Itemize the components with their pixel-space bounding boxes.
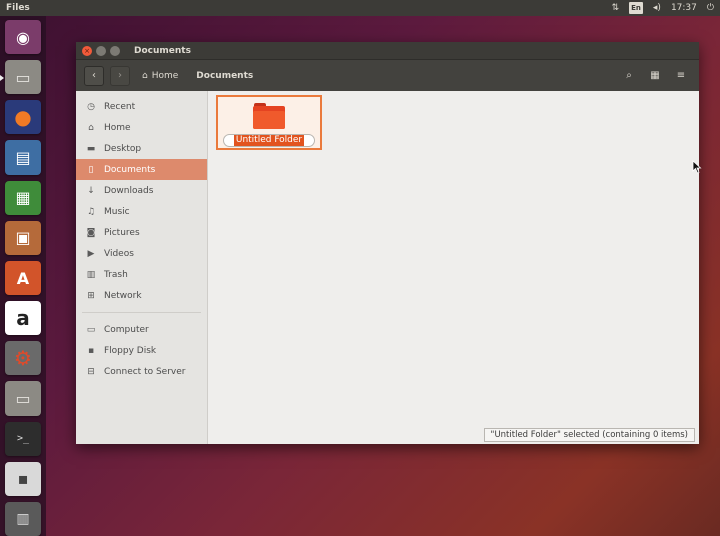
breadcrumb-current[interactable]: Documents: [190, 68, 259, 84]
folder-item[interactable]: Untitled Folder: [216, 95, 322, 150]
music-icon: ♫: [86, 206, 96, 217]
home-icon: ⌂: [88, 122, 94, 133]
network-icon: ⊞: [87, 290, 95, 301]
back-button[interactable]: ‹: [84, 65, 104, 86]
sidebar-item-label: Recent: [104, 101, 136, 112]
forward-button[interactable]: ›: [110, 65, 130, 86]
search-icon[interactable]: ⌕: [619, 66, 639, 86]
download-icon: ↓: [87, 185, 95, 196]
file-view[interactable]: Untitled Folder "Untitled Folder" select…: [208, 91, 699, 444]
breadcrumb-home-label: Home: [151, 70, 179, 81]
close-icon[interactable]: ×: [82, 45, 92, 56]
network-icon[interactable]: ⇅: [612, 2, 620, 14]
sidebar-item-computer[interactable]: ▭ Computer: [76, 319, 207, 340]
sidebar-item-pictures[interactable]: ◙ Pictures: [76, 222, 207, 243]
sidebar-item-connect-to-server[interactable]: ⊟ Connect to Server: [76, 361, 207, 382]
sidebar-item-videos[interactable]: ▶ Videos: [76, 243, 207, 264]
ubuntu-dash-icon[interactable]: ◉: [5, 20, 41, 55]
desktop-icon: ▬: [86, 143, 96, 154]
sidebar-item-label: Downloads: [104, 185, 154, 196]
clock[interactable]: 17:37: [671, 2, 697, 14]
sidebar: ◷ Recent ⌂ Home ▬ Desktop ▯ Documents ↓ …: [76, 91, 208, 444]
folder-icon: [253, 103, 285, 129]
settings-icon[interactable]: ⚙: [5, 341, 41, 376]
power-icon[interactable]: ⏻: [707, 2, 714, 14]
sidebar-item-downloads[interactable]: ↓ Downloads: [76, 180, 207, 201]
breadcrumb-home[interactable]: ⌂ Home: [136, 68, 184, 84]
sidebar-item-label: Computer: [104, 324, 149, 335]
window-title: Documents: [134, 45, 191, 56]
rename-input-value: Untitled Folder: [233, 135, 305, 146]
sidebar-item-floppy-disk[interactable]: ▪ Floppy Disk: [76, 340, 207, 361]
top-panel: Files ⇅ En ◂) 17:37 ⏻: [0, 0, 720, 16]
home-icon: ⌂: [142, 70, 148, 81]
floppy-icon[interactable]: ▪: [5, 461, 41, 496]
computer-icon: ▭: [86, 324, 96, 335]
impress-icon[interactable]: ▣: [5, 220, 41, 255]
sidebar-item-label: Network: [104, 290, 142, 301]
launcher: ◉ ▭ ● ▤ ▦ ▣ A a ⚙ ▭ >_ ▪ ▥: [0, 16, 46, 536]
sidebar-item-label: Connect to Server: [104, 366, 186, 377]
software-center-icon[interactable]: A: [5, 260, 41, 296]
server-icon: ⊟: [87, 366, 95, 377]
rename-input[interactable]: Untitled Folder: [223, 134, 315, 147]
status-bar: "Untitled Folder" selected (containing 0…: [483, 428, 695, 442]
video-icon: ▶: [87, 248, 95, 259]
sidebar-item-network[interactable]: ⊞ Network: [76, 285, 207, 306]
sidebar-item-label: Pictures: [104, 227, 140, 238]
sidebar-item-recent[interactable]: ◷ Recent: [76, 96, 207, 117]
indicator-area: ⇅ En ◂) 17:37 ⏻: [612, 2, 714, 14]
sidebar-item-label: Trash: [104, 269, 128, 280]
keyboard-icon[interactable]: En: [629, 2, 643, 14]
files-window: × Documents ‹ › ⌂ Home Documents ⌕ ▦ ≡ ◷…: [76, 42, 699, 444]
trash-icon[interactable]: ▥: [5, 501, 41, 536]
writer-icon[interactable]: ▤: [5, 140, 41, 175]
window-titlebar[interactable]: × Documents: [76, 42, 699, 59]
sidebar-item-home[interactable]: ⌂ Home: [76, 117, 207, 138]
maximize-icon[interactable]: [110, 45, 120, 56]
camera-icon: ◙: [86, 227, 96, 238]
files-app-icon[interactable]: ▭: [0, 60, 41, 95]
menu-icon[interactable]: ≡: [671, 66, 691, 86]
sidebar-item-documents[interactable]: ▯ Documents: [76, 159, 207, 180]
sidebar-item-desktop[interactable]: ▬ Desktop: [76, 138, 207, 159]
app-menu-title[interactable]: Files: [6, 3, 30, 13]
sidebar-item-label: Videos: [104, 248, 134, 259]
sidebar-item-label: Documents: [104, 164, 156, 175]
terminal-icon[interactable]: >_: [5, 421, 41, 456]
trash-icon: ▥: [86, 269, 96, 280]
volume-icon[interactable]: ◂): [653, 2, 661, 14]
sidebar-item-label: Music: [104, 206, 130, 217]
active-indicator: [0, 75, 4, 82]
firefox-icon[interactable]: ●: [5, 100, 41, 135]
toolbar: ‹ › ⌂ Home Documents ⌕ ▦ ≡: [76, 59, 699, 91]
window-body: ◷ Recent ⌂ Home ▬ Desktop ▯ Documents ↓ …: [76, 91, 699, 444]
view-grid-icon[interactable]: ▦: [645, 66, 665, 86]
mouse-cursor-icon: [692, 160, 702, 174]
sidebar-item-label: Home: [104, 122, 131, 133]
amazon-icon[interactable]: a: [5, 301, 41, 336]
sidebar-divider: [82, 306, 201, 313]
document-icon: ▯: [88, 164, 94, 175]
clock-icon: ◷: [87, 101, 95, 112]
sidebar-item-trash[interactable]: ▥ Trash: [76, 264, 207, 285]
floppy-icon: ▪: [87, 345, 95, 356]
sidebar-item-music[interactable]: ♫ Music: [76, 201, 207, 222]
sidebar-item-label: Desktop: [104, 143, 142, 154]
files-app-icon-2[interactable]: ▭: [5, 381, 41, 416]
sidebar-item-label: Floppy Disk: [104, 345, 157, 356]
minimize-icon[interactable]: [96, 45, 106, 56]
calc-icon[interactable]: ▦: [5, 180, 41, 215]
